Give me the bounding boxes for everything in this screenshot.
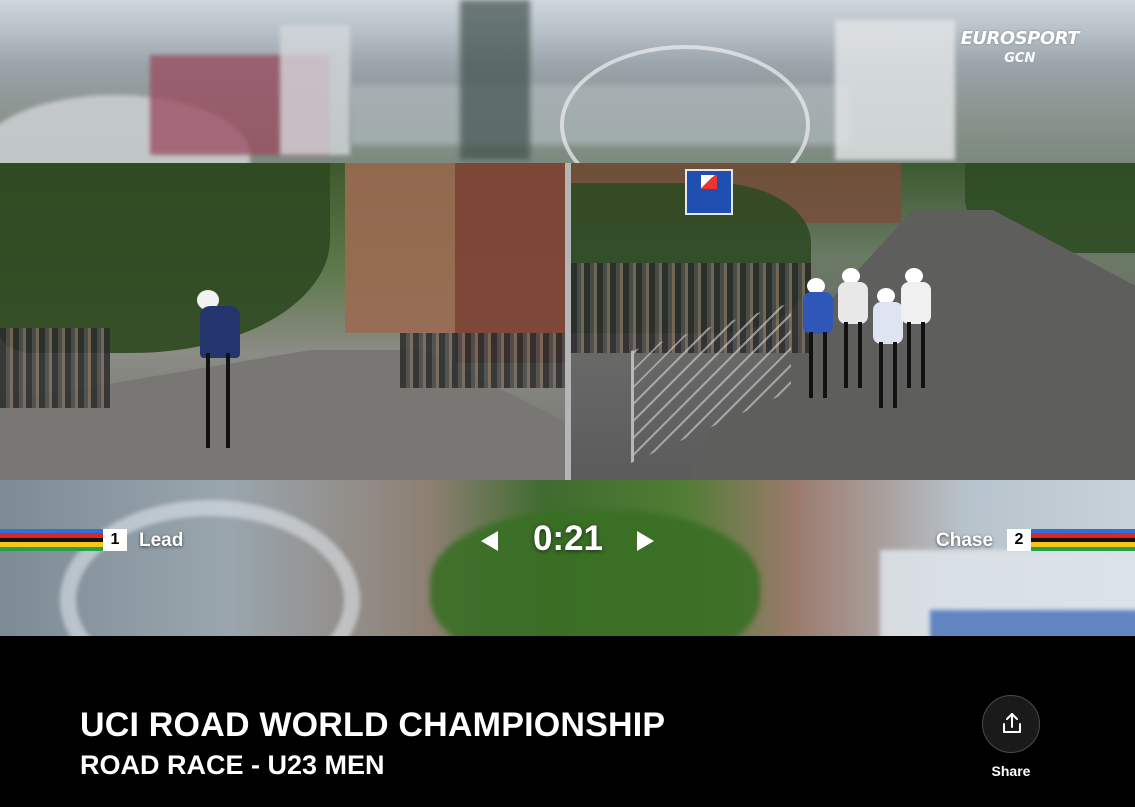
video-info-bar: UCI ROAD WORLD CHAMPIONSHIP ROAD RACE - … <box>0 636 1135 807</box>
camera-number-lead: 1 <box>103 529 127 551</box>
previous-arrow-icon[interactable] <box>477 527 501 553</box>
camera-label-lead: Lead <box>139 530 184 551</box>
camera-number-chase: 2 <box>1007 529 1031 551</box>
share-button[interactable]: Share <box>980 695 1042 779</box>
chase-group <box>791 268 931 418</box>
video-feed-chase[interactable] <box>571 163 1135 480</box>
camera-label-chase: Chase <box>936 530 994 551</box>
share-label: Share <box>991 763 1031 779</box>
channel-logo: EUROSPORT GCN <box>960 28 1080 66</box>
lead-rider <box>192 288 248 448</box>
stripe-band <box>1031 546 1135 552</box>
playback-timer: 0:21 <box>532 519 604 558</box>
next-arrow-icon[interactable] <box>633 527 657 553</box>
share-upload-icon[interactable] <box>982 695 1040 753</box>
gcn-logo: GCN <box>1004 51 1036 66</box>
eurosport-logo: EUROSPORT <box>960 28 1080 49</box>
page-subtitle: ROAD RACE - U23 MEN <box>80 750 385 780</box>
backdrop-top <box>0 0 1135 215</box>
stripe-band <box>0 546 103 552</box>
rainbow-stripe-left <box>0 529 103 552</box>
road-sign <box>685 169 733 215</box>
rainbow-stripe-right <box>1031 529 1135 552</box>
page-title: UCI ROAD WORLD CHAMPIONSHIP <box>80 706 666 744</box>
video-feed-lead[interactable] <box>0 163 565 480</box>
video-player[interactable]: EUROSPORT GCN 1 Lead Chase 2 0:21 <box>0 0 1135 636</box>
